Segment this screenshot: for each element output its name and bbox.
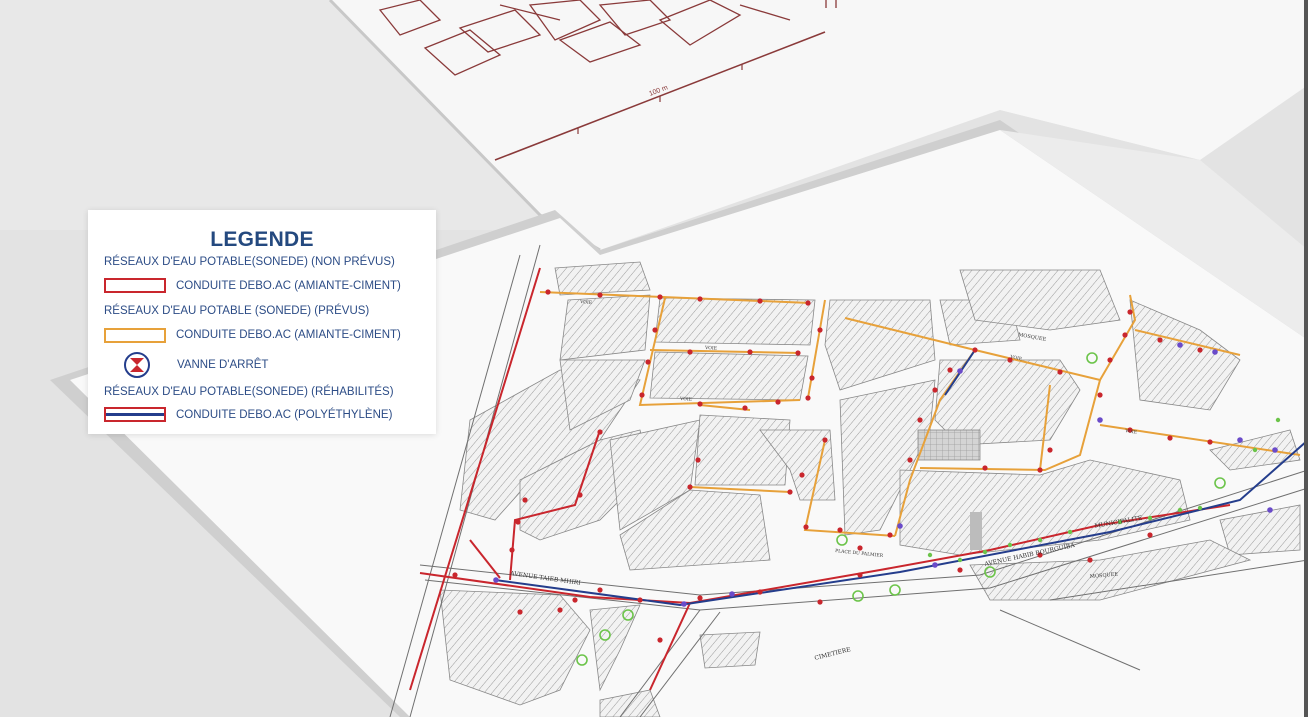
red-line-swatch-icon: [104, 278, 166, 293]
legend-item-vanne: VANNE D'ARRÊT: [177, 359, 269, 371]
legend-item-red-conduite: CONDUITE DEBO.AC (AMIANTE-CIMENT): [176, 280, 401, 292]
upper-plan-parcels: [378, 0, 837, 76]
legend-heading-prevus: RÉSEAUX D'EAU POTABLE (SONEDE) (PRÉVUS): [104, 305, 370, 317]
label-voie-3: VOIE: [679, 396, 692, 403]
legend-title: LEGENDE: [210, 228, 314, 251]
orange-line-swatch-icon: [104, 328, 166, 343]
right-scrollbar[interactable]: [1304, 0, 1308, 717]
scale-bar: 100 m: [494, 31, 826, 161]
label-mosquee-1: MOSQUEE: [1018, 332, 1047, 343]
label-voie-1: VOIE: [579, 299, 592, 306]
map-legend: LEGENDE RÉSEAUX D'EAU POTABLE(SONEDE) (N…: [88, 210, 436, 434]
legend-item-blue-conduite: CONDUITE DEBO.AC (POLYÉTHYLÈNE): [176, 409, 393, 421]
label-cimetiere: CIMETIERE: [814, 646, 852, 662]
blue-line-swatch-icon: [104, 407, 166, 422]
label-voie-2: VOIE: [704, 345, 717, 352]
building-blocks: [439, 261, 1301, 717]
shutoff-valve-icon: [124, 352, 150, 378]
legend-item-orange-conduite: CONDUITE DEBO.AC (AMIANTE-CIMENT): [176, 329, 401, 341]
label-voie-5: VOIE: [1124, 428, 1138, 436]
legend-heading-non-prevus: RÉSEAUX D'EAU POTABLE(SONEDE) (NON PRÉVU…: [104, 256, 395, 268]
legend-heading-rehabilites: RÉSEAUX D'EAU POTABLE(SONEDE) (RÉHABILIT…: [104, 386, 394, 398]
label-avenue-taieb: AVENUE TAIEB MHIRI: [509, 570, 582, 587]
